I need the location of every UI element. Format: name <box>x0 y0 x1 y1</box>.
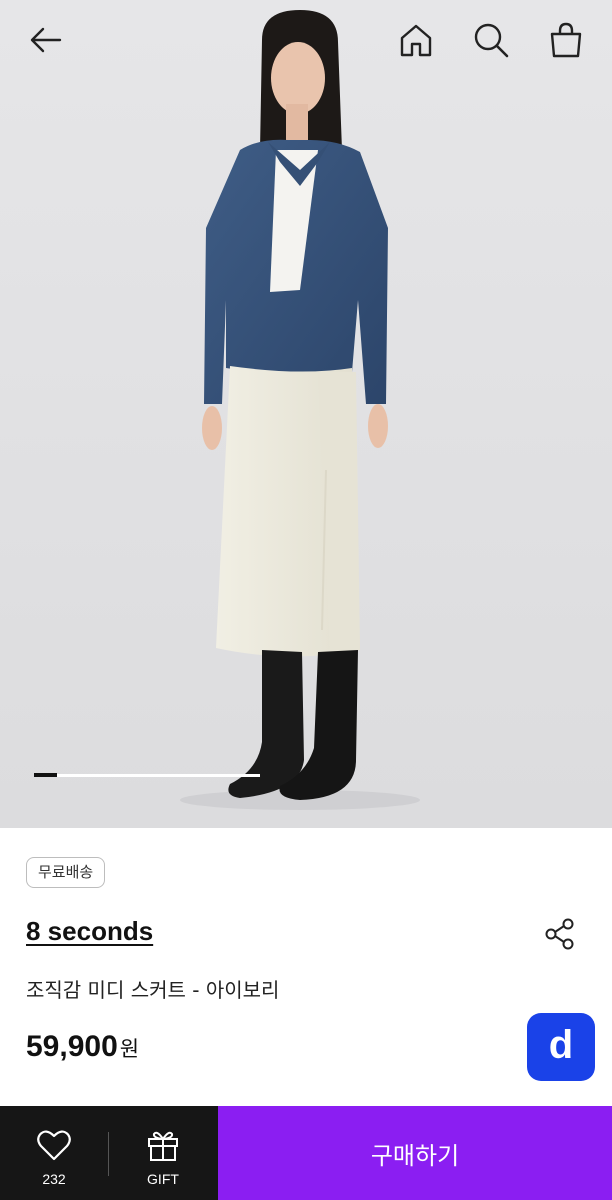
price-amount: 59,900 <box>26 1030 118 1063</box>
like-count: 232 <box>42 1171 66 1187</box>
arrow-left-icon <box>30 27 62 53</box>
search-icon <box>474 23 509 58</box>
product-title: 조직감 미디 스커트 - 아이보리 <box>26 978 280 1002</box>
search-button[interactable] <box>467 16 515 64</box>
like-button[interactable]: 232 <box>0 1106 108 1200</box>
heart-icon <box>37 1130 71 1161</box>
gift-label: GIFT <box>147 1171 179 1187</box>
free-shipping-badge: 무료배송 <box>26 857 106 888</box>
home-icon <box>400 24 432 57</box>
buy-button[interactable]: 구매하기 <box>218 1106 612 1200</box>
share-icon <box>545 918 574 950</box>
cart-button[interactable] <box>542 16 590 64</box>
product-info-section: 무료배송 8 seconds 조직감 미디 스커트 - 아이보리 59,900원… <box>0 828 612 1106</box>
gift-icon <box>148 1131 178 1161</box>
app-logo-icon: d <box>548 1023 574 1067</box>
gallery-progress-indicator <box>34 773 57 777</box>
home-button[interactable] <box>392 16 440 64</box>
bottom-actions: 232 GIFT <box>0 1106 218 1200</box>
product-photo <box>0 0 612 828</box>
purchase-bottom-bar: 232 GIFT 구매하기 <box>0 1106 612 1200</box>
gift-button[interactable]: GIFT <box>109 1106 217 1200</box>
back-button[interactable] <box>22 16 70 64</box>
shopping-bag-icon <box>550 22 582 58</box>
price-currency: 원 <box>119 1037 140 1061</box>
share-button[interactable] <box>538 912 582 956</box>
top-navigation-bar <box>0 0 612 82</box>
brand-link[interactable]: 8 seconds <box>26 916 153 947</box>
product-image-gallery[interactable] <box>0 0 612 828</box>
gallery-progress-bar <box>34 773 260 777</box>
product-price: 59,900원 <box>26 1030 139 1064</box>
floating-app-button[interactable]: d <box>527 1013 595 1081</box>
